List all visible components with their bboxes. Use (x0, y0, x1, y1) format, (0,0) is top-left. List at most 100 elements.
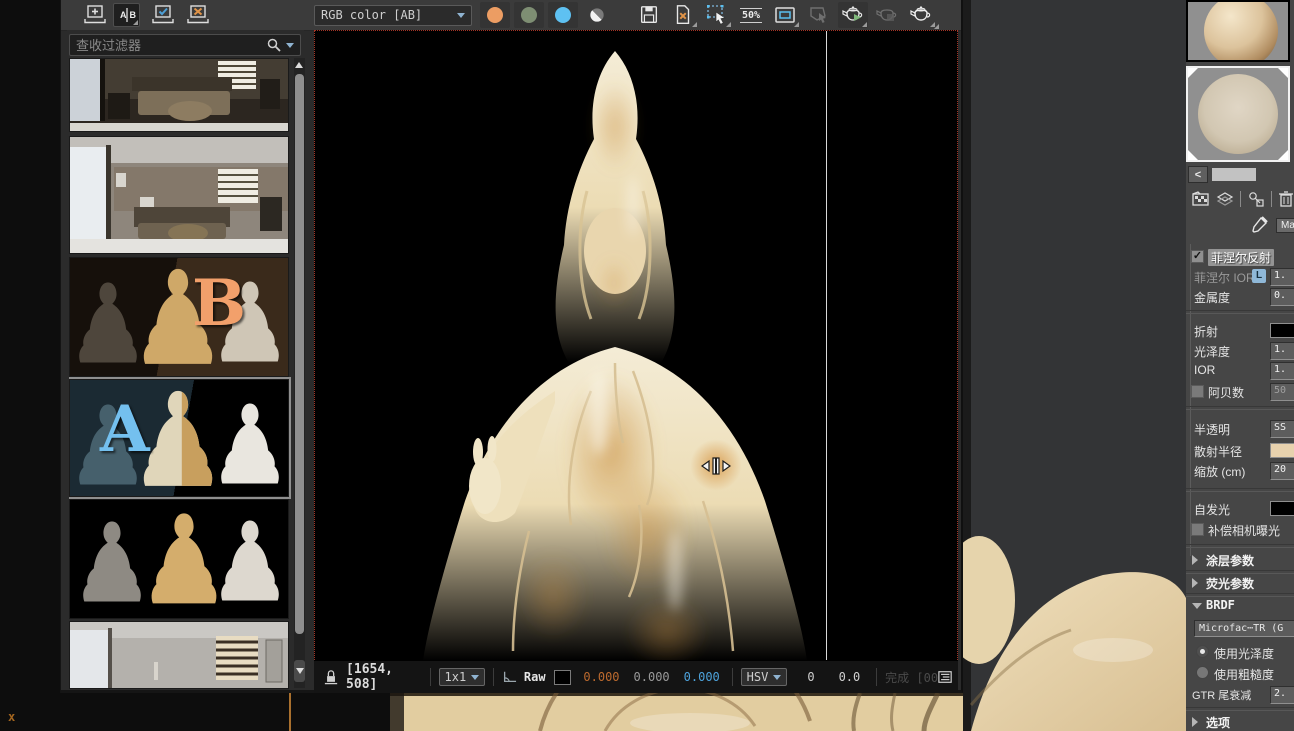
chevron-right-icon (1192, 555, 1198, 565)
display-window-button[interactable] (770, 2, 800, 28)
material-layers-icon[interactable] (1216, 191, 1234, 207)
pixel-probe-lock-icon[interactable] (324, 668, 338, 686)
slot-nav-track[interactable] (1212, 168, 1256, 181)
blue-channel-icon (555, 7, 571, 23)
filter-dropdown-icon[interactable] (286, 43, 294, 48)
translucency-mode[interactable]: SS (1270, 420, 1294, 438)
red-channel-button[interactable] (480, 2, 510, 28)
chevron-right-icon (1192, 578, 1198, 588)
filter-input[interactable] (70, 38, 266, 53)
material-picker-row: Ma (1186, 216, 1294, 236)
vfb-statusbar: [1654, 508] 1x1 Raw 0.000 0.000 0.000 HS… (314, 660, 958, 693)
fresnel-checkbox[interactable]: ✓ (1191, 250, 1204, 263)
eyedropper-icon[interactable] (1250, 216, 1268, 234)
ior-value[interactable]: 1. (1270, 362, 1294, 380)
metalness-row: 金属度 0. (1186, 288, 1294, 306)
scroll-up-icon[interactable] (295, 62, 303, 68)
history-thumb-statues-trio[interactable] (69, 499, 289, 619)
delete-trash-icon[interactable] (1278, 190, 1294, 207)
svg-text:B: B (129, 10, 136, 20)
material-slot-sphere[interactable] (1186, 0, 1290, 62)
compensate-label: 补偿相机曝光 (1208, 522, 1280, 539)
history-thumb-statues-b[interactable]: B (69, 257, 289, 377)
compensate-checkbox[interactable]: ✓ (1191, 523, 1204, 536)
chevron-right-icon (1192, 717, 1198, 727)
scatter-radius-label: 散射半径 (1194, 443, 1242, 460)
log-panel-icon[interactable] (938, 670, 952, 684)
assign-material-icon[interactable] (1247, 191, 1265, 207)
history-reject-button[interactable] (184, 3, 211, 27)
scrollbar-thumb[interactable] (295, 74, 304, 634)
ab-compare-button[interactable]: A B (113, 3, 140, 27)
history-add-button[interactable] (81, 3, 108, 27)
translucency-label: 半透明 (1194, 421, 1230, 438)
abbe-checkbox[interactable]: ✓ (1191, 385, 1204, 398)
render-viewport-button[interactable] (872, 2, 902, 28)
abbe-value[interactable]: 50 (1270, 383, 1294, 401)
follow-mouse-icon (807, 4, 831, 26)
render-last-button[interactable] (838, 2, 868, 28)
divider (1186, 406, 1294, 410)
history-accept-button[interactable] (149, 3, 176, 27)
green-channel-icon (521, 7, 537, 23)
scatter-radius-swatch[interactable] (1270, 443, 1294, 458)
scroll-down-button[interactable] (294, 660, 305, 682)
lock-l-badge[interactable]: L (1252, 269, 1266, 283)
section-fluorescence[interactable]: 荧光参数 (1186, 574, 1294, 594)
follow-mouse-button[interactable] (804, 2, 834, 28)
section-options[interactable]: 选项 (1186, 713, 1294, 731)
green-channel-button[interactable] (514, 2, 544, 28)
hsv-dropdown[interactable]: HSV (741, 668, 788, 686)
hue-value: 0 (807, 670, 814, 684)
history-thumb-room-bright[interactable] (69, 621, 289, 689)
history-thumb-statues-a[interactable]: A (69, 379, 289, 497)
divider (1186, 707, 1294, 711)
scatter-radius-row: 散射半径 (1186, 442, 1294, 460)
scale-value[interactable]: 20 (1270, 462, 1294, 480)
abbe-row: ✓ 阿贝数 50 (1186, 383, 1294, 401)
show-background-icon[interactable] (1192, 191, 1210, 207)
save-image-button[interactable] (634, 2, 664, 28)
rendered-statue-image (315, 31, 957, 661)
scale-label: 缩放 (cm) (1194, 463, 1245, 480)
fresnel-ior-row: 菲涅尔 IOR L 1. (1186, 268, 1294, 286)
channel-dropdown[interactable]: RGB color [AB] (314, 5, 472, 26)
zoom-50-button[interactable]: 50% (736, 2, 766, 28)
render-canvas[interactable] (314, 30, 958, 662)
refraction-color-swatch[interactable] (1270, 323, 1294, 338)
slot-corner-mark (1188, 150, 1198, 160)
mono-channel-button[interactable] (582, 2, 612, 28)
render-button[interactable] (906, 2, 936, 28)
ab-split-divider[interactable] (826, 31, 827, 661)
pixel-zoom-dropdown[interactable]: 1x1 (439, 668, 486, 686)
material-slot-selected[interactable] (1186, 66, 1290, 162)
refraction-label: 折射 (1194, 323, 1218, 340)
use-roughness-radio[interactable] (1196, 666, 1209, 679)
material-name-tab[interactable]: Ma (1276, 218, 1294, 233)
gtr-falloff-value[interactable]: 2. (1270, 686, 1294, 704)
metalness-value[interactable]: 0. (1270, 288, 1294, 306)
sidebar-scrollbar[interactable] (294, 58, 305, 688)
blue-channel-button[interactable] (548, 2, 578, 28)
history-thumb-bedroom[interactable] (69, 136, 289, 254)
use-glossiness-radio[interactable] (1196, 645, 1209, 658)
drapery-image (390, 693, 963, 731)
fresnel-ior-value[interactable]: 1. (1270, 268, 1294, 286)
clear-document-icon (672, 4, 694, 26)
section-coating[interactable]: 涂层参数 (1186, 551, 1294, 571)
slot-back-button[interactable]: < (1188, 166, 1208, 183)
glossiness-value[interactable]: 1. (1270, 342, 1294, 360)
add-frame-icon (83, 4, 107, 26)
self-illum-swatch[interactable] (1270, 501, 1294, 516)
metalness-label: 金属度 (1194, 289, 1230, 306)
use-roughness-label: 使用粗糙度 (1214, 666, 1274, 683)
brdf-type-dropdown[interactable]: Microfac⋯TR (G (1194, 620, 1294, 637)
section-brdf[interactable]: BRDF (1186, 597, 1294, 617)
slot-corner-mark (1188, 68, 1198, 78)
history-thumb-bedroom-dark[interactable] (69, 58, 289, 132)
red-value: 0.000 (583, 670, 619, 684)
zoom-percent-label: 50% (740, 8, 762, 23)
svg-text:A: A (120, 10, 127, 20)
clear-image-button[interactable] (668, 2, 698, 28)
region-render-button[interactable] (702, 2, 732, 28)
